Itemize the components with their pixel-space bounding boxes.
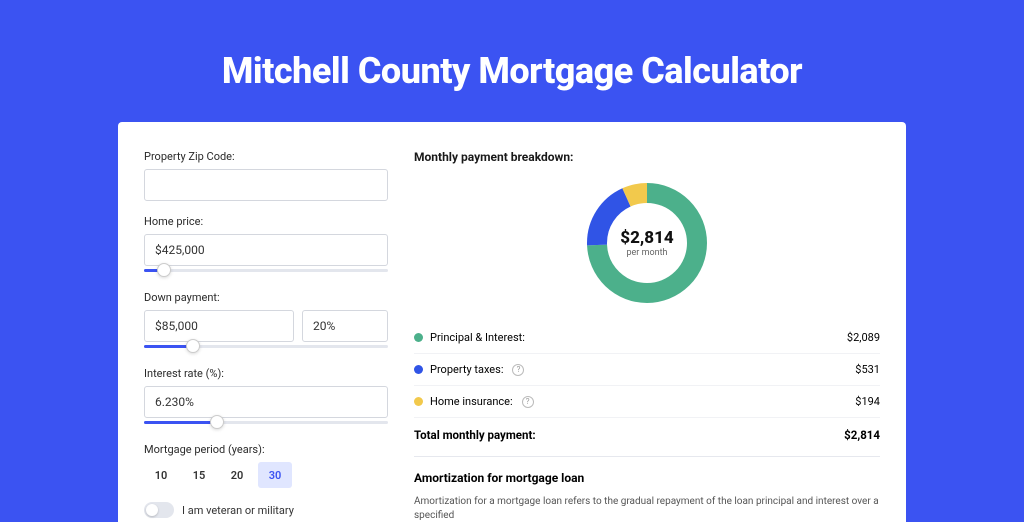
price-slider[interactable] (144, 265, 388, 277)
down-percent-input[interactable] (302, 310, 388, 342)
rate-label: Interest rate (%): (144, 367, 388, 380)
donut-amount: $2,814 (620, 228, 673, 248)
rate-field: Interest rate (%): (144, 367, 388, 429)
donut-sub: per month (626, 248, 667, 258)
down-slider-thumb[interactable] (186, 339, 200, 353)
veteran-label: I am veteran or military (182, 504, 294, 517)
price-label: Home price: (144, 215, 388, 228)
legend-value: $531 (855, 363, 880, 376)
price-input[interactable] (144, 234, 388, 266)
page-title: Mitchell County Mortgage Calculator (0, 0, 1024, 122)
veteran-toggle[interactable] (144, 502, 174, 518)
legend-value: $2,089 (847, 331, 880, 344)
legend-label: Property taxes: (430, 363, 503, 376)
amort-text: Amortization for a mortgage loan refers … (414, 495, 880, 522)
down-slider[interactable] (144, 341, 388, 353)
period-options: 10 15 20 30 (144, 462, 388, 488)
calculator-card: Property Zip Code: Home price: Down paym… (118, 122, 906, 522)
donut-center: $2,814 per month (586, 182, 708, 304)
legend-label: Home insurance: (430, 395, 513, 408)
zip-field: Property Zip Code: (144, 150, 388, 201)
rate-slider-thumb[interactable] (210, 415, 224, 429)
total-label: Total monthly payment: (414, 428, 536, 442)
breakdown-heading: Monthly payment breakdown: (414, 150, 880, 164)
breakdown-column: Monthly payment breakdown: $2,814 per mo… (414, 150, 880, 494)
info-icon[interactable]: ? (522, 396, 534, 408)
period-field: Mortgage period (years): 10 15 20 30 (144, 443, 388, 488)
legend-row-insurance: Home insurance: ? $194 (414, 386, 880, 418)
price-slider-thumb[interactable] (157, 263, 171, 277)
period-btn-20[interactable]: 20 (220, 462, 254, 488)
period-btn-10[interactable]: 10 (144, 462, 178, 488)
dot-icon (414, 365, 423, 374)
rate-input[interactable] (144, 386, 388, 418)
info-icon[interactable]: ? (512, 364, 524, 376)
total-value: $2,814 (844, 428, 880, 442)
divider (414, 456, 880, 457)
donut-chart: $2,814 per month (414, 168, 880, 322)
dot-icon (414, 333, 423, 342)
toggle-knob (146, 504, 158, 516)
total-row: Total monthly payment: $2,814 (414, 418, 880, 456)
period-btn-15[interactable]: 15 (182, 462, 216, 488)
price-field: Home price: (144, 215, 388, 277)
period-label: Mortgage period (years): (144, 443, 388, 456)
zip-input[interactable] (144, 169, 388, 201)
down-amount-input[interactable] (144, 310, 294, 342)
period-btn-30[interactable]: 30 (258, 462, 292, 488)
rate-slider[interactable] (144, 417, 388, 429)
legend-value: $194 (855, 395, 880, 408)
amort-title: Amortization for mortgage loan (414, 471, 880, 485)
legend-row-taxes: Property taxes: ? $531 (414, 354, 880, 386)
dot-icon (414, 397, 423, 406)
down-label: Down payment: (144, 291, 388, 304)
legend-label: Principal & Interest: (430, 331, 525, 344)
down-field: Down payment: (144, 291, 388, 353)
zip-label: Property Zip Code: (144, 150, 388, 163)
form-column: Property Zip Code: Home price: Down paym… (144, 150, 388, 494)
veteran-field: I am veteran or military (144, 502, 388, 518)
legend-row-principal: Principal & Interest: $2,089 (414, 322, 880, 354)
